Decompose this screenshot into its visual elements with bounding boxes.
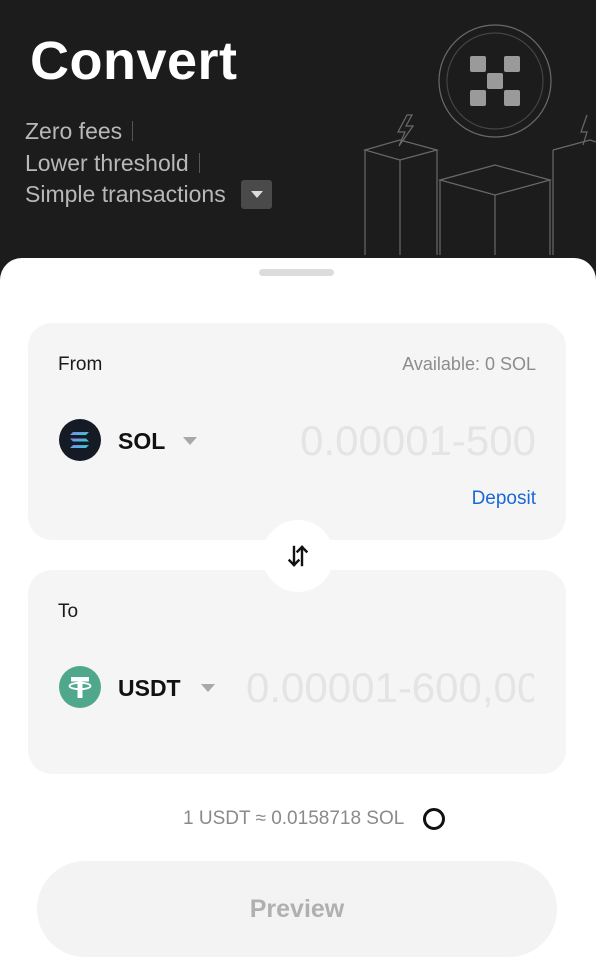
feature-label: Zero fees bbox=[25, 118, 123, 144]
expand-features-button[interactable] bbox=[241, 180, 272, 209]
to-currency-selector[interactable]: USDT bbox=[118, 675, 181, 702]
okx-logo-icon bbox=[470, 56, 520, 106]
deposit-link[interactable]: Deposit bbox=[472, 488, 536, 510]
page-title: Convert bbox=[30, 31, 238, 91]
promo-header: Convert Zero fees Lower threshold Simple… bbox=[0, 0, 596, 290]
from-label: From bbox=[58, 354, 103, 375]
swap-currencies-button[interactable] bbox=[262, 520, 334, 592]
preview-button[interactable]: Preview bbox=[37, 861, 557, 957]
chevron-down-icon[interactable] bbox=[183, 437, 197, 445]
available-balance: Available: 0 SOL bbox=[402, 354, 536, 374]
from-currency-selector[interactable]: SOL bbox=[118, 428, 165, 455]
refresh-timer-icon bbox=[423, 808, 445, 830]
from-card: From Available: 0 SOL SOL 0.00001-500 De… bbox=[28, 323, 566, 540]
feature-simple-transactions: Simple transactions bbox=[25, 181, 226, 208]
feature-lower-threshold: Lower threshold bbox=[25, 150, 200, 177]
swap-arrows-icon bbox=[287, 545, 309, 567]
from-amount-input[interactable]: 0.00001-500 bbox=[243, 417, 536, 465]
solana-coin-icon[interactable] bbox=[59, 419, 101, 461]
to-label: To bbox=[58, 601, 79, 622]
feature-zero-fees: Zero fees bbox=[25, 118, 134, 145]
feature-label: Lower threshold bbox=[25, 150, 189, 176]
divider bbox=[132, 121, 134, 141]
divider bbox=[198, 153, 200, 173]
to-amount-input[interactable]: 0.00001-600,00 bbox=[246, 664, 534, 712]
chevron-down-icon[interactable] bbox=[201, 684, 215, 692]
tether-coin-icon[interactable] bbox=[59, 666, 101, 708]
to-card: To USDT 0.00001-600,00 bbox=[28, 570, 566, 774]
exchange-rate: 1 USDT ≈ 0.0158718 SOL bbox=[183, 808, 405, 829]
feature-label: Simple transactions bbox=[25, 181, 226, 207]
drag-handle[interactable] bbox=[259, 269, 334, 276]
decorative-illustration bbox=[362, 24, 596, 255]
chevron-down-icon bbox=[250, 191, 263, 198]
